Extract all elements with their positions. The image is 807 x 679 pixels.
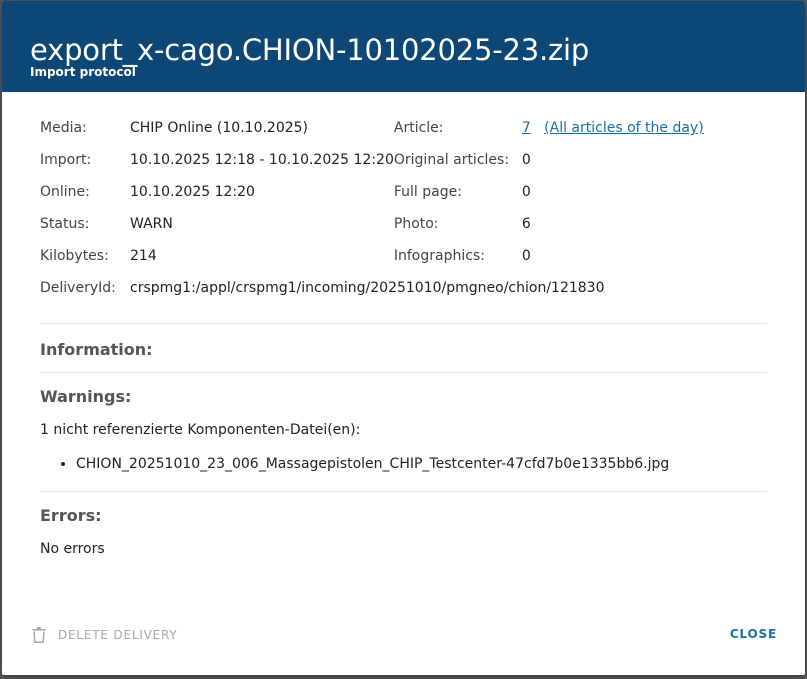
all-articles-link[interactable]: (All articles of the day) bbox=[544, 120, 704, 136]
original-articles-value: 0 bbox=[521, 152, 531, 168]
article-cell: 7 (All articles of the day) bbox=[522, 112, 704, 144]
import-protocol-dialog: export_x-cago.CHION-10102025-23.zip Impo… bbox=[2, 1, 805, 675]
dialog-footer: DELETE DELIVERY CLOSE bbox=[2, 627, 805, 647]
close-button[interactable]: CLOSE bbox=[730, 627, 777, 641]
warnings-list: CHION_20251010_23_006_Massagepistolen_CH… bbox=[40, 455, 767, 473]
article-count-link[interactable]: 7 bbox=[522, 120, 531, 136]
status-label: Status: bbox=[40, 216, 90, 232]
infographics-label: Infographics: bbox=[393, 248, 485, 264]
infographics-value: 0 bbox=[521, 248, 531, 264]
meta-row: Status: WARN Photo: 6 bbox=[40, 208, 704, 240]
online-label: Online: bbox=[40, 184, 90, 200]
meta-row: Import: 10.10.2025 12:18 - 10.10.2025 12… bbox=[40, 144, 704, 176]
dialog-header: export_x-cago.CHION-10102025-23.zip Impo… bbox=[2, 1, 805, 92]
import-label: Import: bbox=[40, 152, 92, 168]
list-item: CHION_20251010_23_006_Massagepistolen_CH… bbox=[76, 455, 767, 473]
delivery-id-value: crspmg1:/appl/crspmg1/incoming/20251010/… bbox=[130, 280, 605, 296]
meta-row: Online: 10.10.2025 12:20 Full page: 0 bbox=[40, 176, 704, 208]
import-value: 10.10.2025 12:18 - 10.10.2025 12:20 bbox=[130, 152, 394, 168]
dialog-title: export_x-cago.CHION-10102025-23.zip bbox=[30, 33, 590, 67]
trash-icon bbox=[32, 627, 46, 643]
information-section: Information: bbox=[40, 324, 767, 372]
meta-row: Kilobytes: 214 Infographics: 0 bbox=[40, 240, 704, 272]
online-value: 10.10.2025 12:20 bbox=[130, 184, 255, 200]
full-page-value: 0 bbox=[521, 184, 531, 200]
full-page-label: Full page: bbox=[393, 184, 462, 200]
meta-row: DeliveryId: crspmg1:/appl/crspmg1/incomi… bbox=[40, 272, 704, 304]
photo-label: Photo: bbox=[393, 216, 439, 232]
kilobytes-label: Kilobytes: bbox=[40, 248, 109, 264]
information-title: Information: bbox=[40, 340, 153, 359]
warnings-text: 1 nicht referenzierte Komponenten-Datei(… bbox=[40, 422, 361, 438]
delivery-meta-table: Media: CHIP Online (10.10.2025) Article:… bbox=[40, 112, 704, 304]
meta-row: Media: CHIP Online (10.10.2025) Article:… bbox=[40, 112, 704, 144]
kilobytes-value: 214 bbox=[130, 248, 157, 264]
photo-value: 6 bbox=[521, 216, 531, 232]
dialog-content: Media: CHIP Online (10.10.2025) Article:… bbox=[2, 112, 805, 557]
errors-title: Errors: bbox=[40, 506, 102, 525]
delete-delivery-button[interactable]: DELETE DELIVERY bbox=[32, 627, 178, 643]
status-value: WARN bbox=[130, 216, 173, 232]
article-label: Article: bbox=[393, 120, 444, 136]
warnings-section: Warnings: 1 nicht referenzierte Komponen… bbox=[40, 373, 767, 473]
original-articles-label: Original articles: bbox=[393, 152, 510, 168]
delivery-id-label: DeliveryId: bbox=[40, 280, 116, 296]
media-label: Media: bbox=[40, 120, 87, 136]
delete-delivery-label: DELETE DELIVERY bbox=[58, 628, 178, 642]
warnings-title: Warnings: bbox=[40, 387, 132, 406]
errors-text: No errors bbox=[40, 541, 105, 557]
media-value: CHIP Online (10.10.2025) bbox=[130, 120, 309, 136]
errors-section: Errors: No errors bbox=[40, 492, 767, 557]
